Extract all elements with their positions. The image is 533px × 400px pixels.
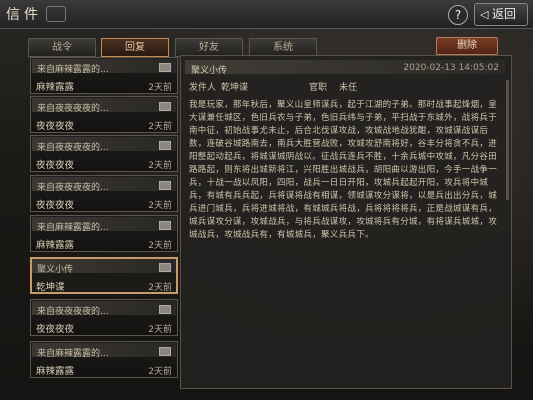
- envelope-icon: [159, 181, 171, 190]
- mail-item-selected[interactable]: 聚义小传 乾坤谍 2天前: [30, 257, 178, 294]
- mail-time: 2天前: [148, 241, 172, 251]
- mail-sender: 来自夜夜夜夜的...: [37, 143, 109, 153]
- mail-header: 来自麻辣露露的...: [32, 217, 176, 233]
- envelope-icon: [159, 141, 171, 150]
- mail-time: 2天前: [148, 283, 172, 293]
- title-ornament-icon: [46, 6, 66, 22]
- mail-subject: 夜夜夜夜: [36, 160, 75, 171]
- mail-item[interactable]: 来自夜夜夜夜的... 夜夜夜夜 2天前: [30, 135, 178, 172]
- back-button[interactable]: ◁ 返回: [474, 3, 528, 26]
- mail-header: 来自夜夜夜夜的...: [32, 98, 176, 114]
- mail-header: 聚义小传: [32, 259, 176, 275]
- content-body: 我是玩家，那年秋后，聚义山皇师谋兵，起于江湖的子弟。那时战事起烽烟，皇大谋兼任城…: [189, 100, 498, 240]
- envelope-icon: [159, 102, 171, 111]
- content-title: 聚义小传: [191, 66, 228, 76]
- content-header: 聚义小传 2020-02-13 14:05:02: [185, 60, 505, 76]
- help-button[interactable]: ?: [448, 5, 468, 25]
- mail-header: 来自麻辣露露的...: [32, 343, 176, 359]
- mail-subject: 麻辣露露: [36, 366, 75, 377]
- top-bar: 信件 ? ◁ 返回: [0, 0, 533, 29]
- envelope-icon: [159, 347, 171, 356]
- mail-header: 来自夜夜夜夜的...: [32, 177, 176, 193]
- mail-time: 2天前: [148, 83, 172, 93]
- mail-item[interactable]: 来自夜夜夜夜的... 夜夜夜夜 2天前: [30, 299, 178, 336]
- content-date: 2020-02-13 14:05:02: [403, 63, 499, 73]
- role-label: 官职: [309, 83, 328, 93]
- mail-time: 2天前: [148, 161, 172, 171]
- mail-header: 来自夜夜夜夜的...: [32, 301, 176, 317]
- mail-list: 来自麻辣露露的... 麻辣露露 2天前 来自夜夜夜夜的... 夜夜夜夜 2天前 …: [28, 55, 180, 387]
- mail-sender: 聚义小传: [37, 265, 74, 275]
- mail-subject: 夜夜夜夜: [36, 121, 75, 132]
- sender-label: 发件人: [189, 83, 217, 93]
- mail-sender: 来自麻辣露露的...: [37, 349, 109, 359]
- mail-sender: 来自麻辣露露的...: [37, 65, 109, 75]
- mail-item[interactable]: 来自麻辣露露的... 麻辣露露 2天前: [30, 57, 178, 94]
- mail-sender: 来自夜夜夜夜的...: [37, 104, 109, 114]
- mail-subject: 夜夜夜夜: [36, 324, 75, 335]
- envelope-icon: [159, 63, 171, 72]
- mail-sender: 来自夜夜夜夜的...: [37, 183, 109, 193]
- mail-subject: 麻辣露露: [36, 240, 75, 251]
- sender-value: 乾坤谍: [221, 83, 249, 93]
- mail-time: 2天前: [148, 122, 172, 132]
- mail-time: 2天前: [148, 367, 172, 377]
- mail-time: 2天前: [148, 201, 172, 211]
- mail-sender: 来自夜夜夜夜的...: [37, 307, 109, 317]
- mail-item[interactable]: 来自夜夜夜夜的... 夜夜夜夜 2天前: [30, 96, 178, 133]
- delete-button[interactable]: 删除: [436, 37, 498, 55]
- mail-subject: 麻辣露露: [36, 82, 75, 93]
- back-arrow-icon: ◁: [480, 8, 489, 21]
- mail-header: 来自夜夜夜夜的...: [32, 137, 176, 153]
- mail-header: 来自麻辣露露的...: [32, 59, 176, 75]
- content-scrollbar[interactable]: [506, 80, 509, 200]
- envelope-icon: [159, 221, 171, 230]
- mail-content-panel: 聚义小传 2020-02-13 14:05:02 发件人 乾坤谍 官职 未任 我…: [180, 55, 512, 389]
- mail-item[interactable]: 来自夜夜夜夜的... 夜夜夜夜 2天前: [30, 175, 178, 212]
- envelope-icon: [159, 305, 171, 314]
- mail-time: 2天前: [148, 325, 172, 335]
- role-value: 未任: [339, 83, 358, 93]
- mail-subject: 乾坤谍: [36, 282, 65, 293]
- back-label: 返回: [492, 7, 517, 21]
- mail-subject: 夜夜夜夜: [36, 200, 75, 211]
- mail-item[interactable]: 来自麻辣露露的... 麻辣露露 2天前: [30, 215, 178, 252]
- envelope-icon: [159, 263, 171, 272]
- mail-sender: 来自麻辣露露的...: [37, 223, 109, 233]
- mail-item[interactable]: 来自麻辣露露的... 麻辣露露 2天前: [30, 341, 178, 378]
- page-title: 信件: [6, 7, 42, 23]
